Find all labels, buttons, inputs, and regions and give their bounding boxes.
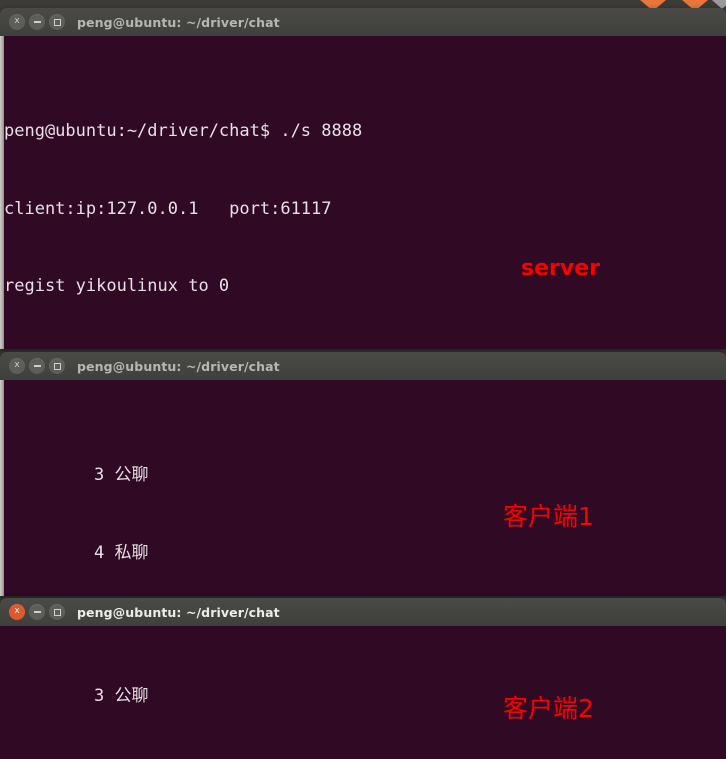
- menu-option: 4 私聊: [94, 542, 149, 563]
- terminal-line: regist yikoulinux to 0: [4, 276, 230, 297]
- window-buttons-client1: x: [9, 358, 65, 374]
- titlebar-server[interactable]: x peng@ubuntu: ~/driver/chat: [0, 8, 726, 36]
- terminal-window-client2[interactable]: x peng@ubuntu: ~/driver/chat 3 公聊 4 私聊 5…: [0, 598, 726, 759]
- annotation-server: server: [521, 256, 600, 281]
- close-icon[interactable]: x: [9, 604, 25, 620]
- minimize-icon[interactable]: [29, 14, 45, 30]
- window-title: peng@ubuntu: ~/driver/chat: [77, 604, 280, 620]
- close-icon[interactable]: x: [9, 14, 25, 30]
- window-buttons-client2: x: [9, 604, 65, 620]
- window-edge-strip: [0, 36, 4, 349]
- window-title: peng@ubuntu: ~/driver/chat: [77, 14, 280, 30]
- window-edge-strip: [0, 380, 4, 596]
- terminal-window-server[interactable]: x peng@ubuntu: ~/driver/chat peng@ubuntu…: [0, 8, 726, 349]
- window-buttons-server: x: [9, 14, 65, 30]
- terminal-output-client2[interactable]: 3 公聊 4 私聊 5 在线列表 0 退出 客户端2: [0, 626, 726, 759]
- terminal-line: peng@ubuntu:~/driver/chat$ ./s 8888: [4, 121, 363, 142]
- terminal-output-client1[interactable]: 3 公聊 4 私聊 5 在线列表 0 退出 yikoupeng online 客…: [0, 380, 726, 596]
- maximize-icon[interactable]: [49, 14, 65, 30]
- titlebar-client1[interactable]: x peng@ubuntu: ~/driver/chat: [0, 352, 726, 380]
- maximize-icon[interactable]: [49, 358, 65, 374]
- titlebar-client2[interactable]: x peng@ubuntu: ~/driver/chat: [0, 598, 726, 626]
- annotation-client2: 客户端2: [503, 694, 594, 723]
- annotation-client1: 客户端1: [503, 502, 594, 531]
- terminal-output-server[interactable]: peng@ubuntu:~/driver/chat$ ./s 8888 clie…: [0, 36, 726, 349]
- minimize-icon[interactable]: [29, 358, 45, 374]
- menu-option: 3 公聊: [94, 465, 149, 486]
- menu-option: 3 公聊: [94, 685, 149, 706]
- window-title: peng@ubuntu: ~/driver/chat: [77, 358, 280, 374]
- terminal-window-client1[interactable]: x peng@ubuntu: ~/driver/chat 3 公聊 4 私聊 5…: [0, 352, 726, 596]
- minimize-icon[interactable]: [29, 604, 45, 620]
- terminal-line: client:ip:127.0.0.1 port:61117: [4, 198, 332, 219]
- maximize-icon[interactable]: [49, 604, 65, 620]
- close-icon[interactable]: x: [9, 358, 25, 374]
